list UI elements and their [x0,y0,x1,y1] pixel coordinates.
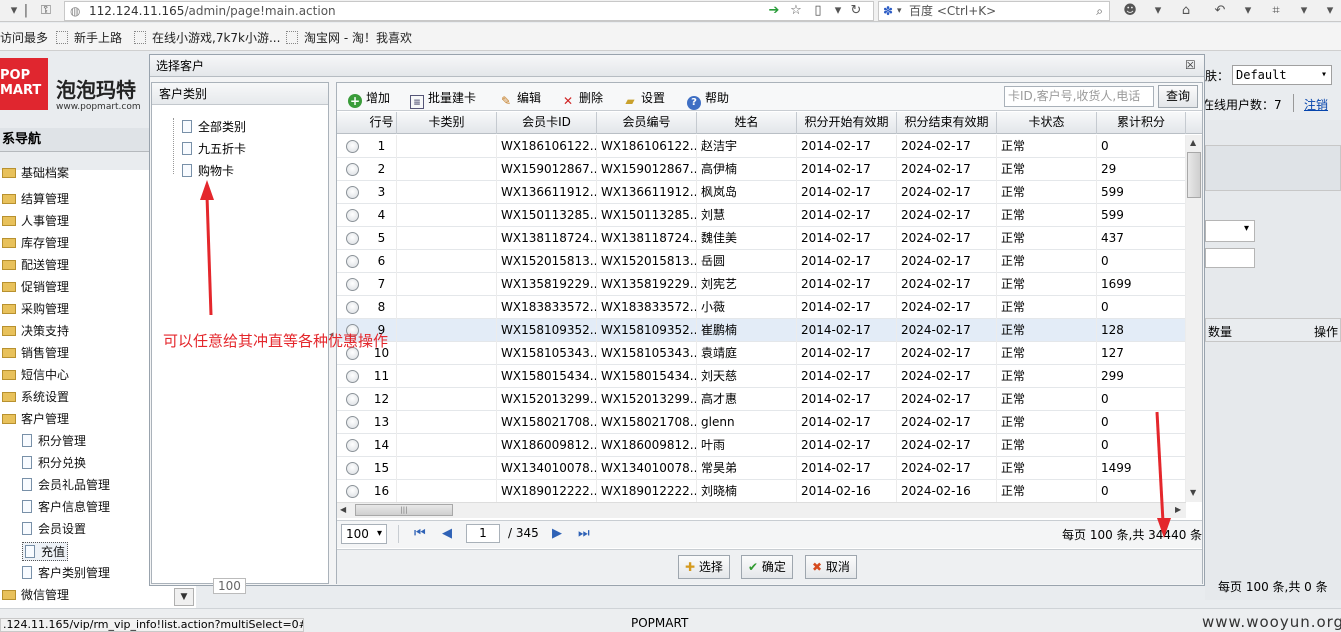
annotation-arrowhead-down [1157,518,1171,538]
status-brand: POPMART [631,616,689,630]
annotation-arrow-down [1155,411,1165,523]
status-url: .124.11.165/vip/rm_vip_info!list.action?… [0,618,304,632]
annotation-arrows [200,180,1171,538]
annotation-arrowhead-up [200,180,214,200]
background-page-size: 100 [213,578,246,594]
background-pager: 100 [205,578,445,598]
annotation-text: 可以任意给其冲直等各种优惠操作 [163,332,389,350]
watermark: www.wooyun.org [1202,613,1341,631]
annotation-arrow-up [205,195,213,316]
